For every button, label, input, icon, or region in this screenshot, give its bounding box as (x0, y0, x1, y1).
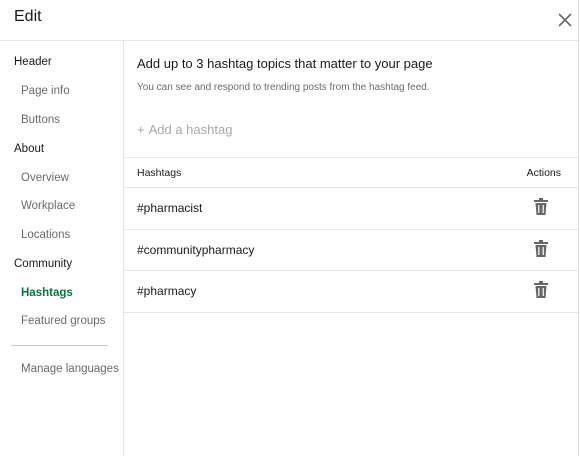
sidebar-item-overview[interactable]: Overview (21, 172, 69, 184)
delete-hashtag-button[interactable] (533, 198, 549, 216)
main-content: Add up to 3 hashtag topics that matter t… (124, 41, 579, 456)
sidebar-section-about: About (14, 143, 45, 155)
hashtag-text: #pharmacist (137, 201, 203, 215)
delete-hashtag-button[interactable] (533, 281, 549, 299)
sidebar-nav: Header Page info Buttons About Overview … (0, 41, 124, 456)
trash-icon (534, 239, 548, 257)
table-row: #communitypharmacy (124, 230, 579, 271)
table-header: Hashtags Actions (124, 157, 579, 188)
close-button[interactable] (555, 10, 575, 30)
hashtags-table: Hashtags Actions #pharmacist #communityp… (124, 157, 579, 313)
add-hashtag-button[interactable]: + Add a hashtag (137, 122, 232, 137)
trash-icon (534, 198, 548, 215)
sidebar-item-manage-languages[interactable]: Manage languages (21, 363, 119, 375)
modal-header: Edit (0, 0, 579, 41)
modal-title: Edit (14, 8, 42, 25)
page-heading: Add up to 3 hashtag topics that matter t… (137, 56, 433, 71)
sidebar-item-page-info[interactable]: Page info (21, 85, 70, 97)
sidebar-section-community: Community (14, 258, 73, 270)
edit-modal: Edit Header Page info Buttons About Over… (0, 0, 579, 456)
plus-icon: + (137, 122, 145, 137)
page-subheading: You can see and respond to trending post… (137, 82, 430, 93)
sidebar-divider (11, 345, 108, 346)
hashtag-text: #pharmacy (137, 284, 197, 298)
add-hashtag-label: Add a hashtag (148, 122, 233, 137)
sidebar-item-workplace[interactable]: Workplace (21, 200, 75, 212)
column-header-hashtags: Hashtags (137, 167, 182, 179)
sidebar-section-header: Header (14, 56, 52, 68)
hashtag-text: #communitypharmacy (137, 242, 255, 257)
table-row: #pharmacist (124, 188, 579, 230)
sidebar-item-buttons[interactable]: Buttons (21, 114, 60, 126)
column-header-actions: Actions (526, 167, 561, 179)
trash-icon (534, 281, 548, 298)
close-icon (558, 13, 572, 27)
sidebar-item-hashtags[interactable]: Hashtags (21, 287, 73, 299)
sidebar-item-locations[interactable]: Locations (21, 229, 70, 241)
delete-hashtag-button[interactable] (533, 239, 549, 258)
table-row: #pharmacy (124, 271, 579, 313)
sidebar-item-featured-groups[interactable]: Featured groups (21, 315, 105, 327)
